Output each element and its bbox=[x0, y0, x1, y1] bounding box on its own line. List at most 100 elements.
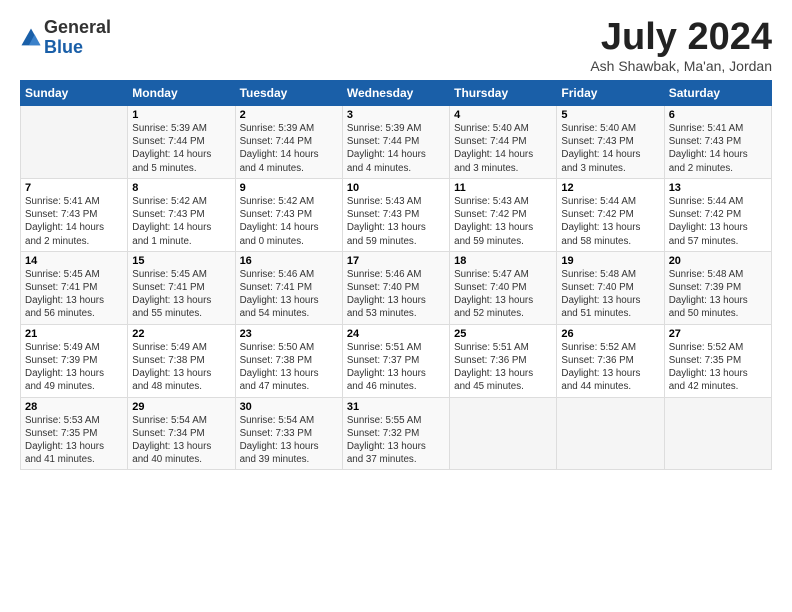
day-info: Sunrise: 5:39 AMSunset: 7:44 PMDaylight:… bbox=[347, 122, 445, 175]
day-number: 31 bbox=[347, 401, 445, 413]
header-tuesday: Tuesday bbox=[235, 81, 342, 106]
table-row: 17Sunrise: 5:46 AMSunset: 7:40 PMDayligh… bbox=[342, 251, 449, 324]
header-thursday: Thursday bbox=[450, 81, 557, 106]
table-row: 26Sunrise: 5:52 AMSunset: 7:36 PMDayligh… bbox=[557, 324, 664, 397]
day-info: Sunrise: 5:46 AMSunset: 7:41 PMDaylight:… bbox=[240, 268, 338, 321]
table-row: 19Sunrise: 5:48 AMSunset: 7:40 PMDayligh… bbox=[557, 251, 664, 324]
day-info: Sunrise: 5:51 AMSunset: 7:36 PMDaylight:… bbox=[454, 341, 552, 394]
day-number: 4 bbox=[454, 109, 552, 121]
calendar-header-row: Sunday Monday Tuesday Wednesday Thursday… bbox=[21, 81, 772, 106]
table-row: 8Sunrise: 5:42 AMSunset: 7:43 PMDaylight… bbox=[128, 178, 235, 251]
day-info: Sunrise: 5:42 AMSunset: 7:43 PMDaylight:… bbox=[240, 195, 338, 248]
day-number: 2 bbox=[240, 109, 338, 121]
table-row: 28Sunrise: 5:53 AMSunset: 7:35 PMDayligh… bbox=[21, 397, 128, 470]
table-row: 27Sunrise: 5:52 AMSunset: 7:35 PMDayligh… bbox=[664, 324, 771, 397]
day-info: Sunrise: 5:52 AMSunset: 7:36 PMDaylight:… bbox=[561, 341, 659, 394]
day-number: 30 bbox=[240, 401, 338, 413]
day-number: 16 bbox=[240, 255, 338, 267]
calendar-week-row: 7Sunrise: 5:41 AMSunset: 7:43 PMDaylight… bbox=[21, 178, 772, 251]
day-number: 29 bbox=[132, 401, 230, 413]
table-row: 30Sunrise: 5:54 AMSunset: 7:33 PMDayligh… bbox=[235, 397, 342, 470]
day-info: Sunrise: 5:53 AMSunset: 7:35 PMDaylight:… bbox=[25, 414, 123, 467]
table-row: 14Sunrise: 5:45 AMSunset: 7:41 PMDayligh… bbox=[21, 251, 128, 324]
header-wednesday: Wednesday bbox=[342, 81, 449, 106]
calendar-week-row: 1Sunrise: 5:39 AMSunset: 7:44 PMDaylight… bbox=[21, 106, 772, 179]
table-row: 21Sunrise: 5:49 AMSunset: 7:39 PMDayligh… bbox=[21, 324, 128, 397]
day-info: Sunrise: 5:43 AMSunset: 7:43 PMDaylight:… bbox=[347, 195, 445, 248]
day-info: Sunrise: 5:41 AMSunset: 7:43 PMDaylight:… bbox=[25, 195, 123, 248]
day-info: Sunrise: 5:50 AMSunset: 7:38 PMDaylight:… bbox=[240, 341, 338, 394]
table-row: 20Sunrise: 5:48 AMSunset: 7:39 PMDayligh… bbox=[664, 251, 771, 324]
day-info: Sunrise: 5:48 AMSunset: 7:39 PMDaylight:… bbox=[669, 268, 767, 321]
day-info: Sunrise: 5:44 AMSunset: 7:42 PMDaylight:… bbox=[669, 195, 767, 248]
day-number: 13 bbox=[669, 182, 767, 194]
day-number: 8 bbox=[132, 182, 230, 194]
title-block: July 2024 Ash Shawbak, Ma'an, Jordan bbox=[590, 18, 772, 74]
day-info: Sunrise: 5:51 AMSunset: 7:37 PMDaylight:… bbox=[347, 341, 445, 394]
day-number: 22 bbox=[132, 328, 230, 340]
day-number: 10 bbox=[347, 182, 445, 194]
logo-blue-text: Blue bbox=[44, 37, 83, 57]
day-info: Sunrise: 5:41 AMSunset: 7:43 PMDaylight:… bbox=[669, 122, 767, 175]
day-info: Sunrise: 5:39 AMSunset: 7:44 PMDaylight:… bbox=[132, 122, 230, 175]
table-row: 25Sunrise: 5:51 AMSunset: 7:36 PMDayligh… bbox=[450, 324, 557, 397]
table-row: 2Sunrise: 5:39 AMSunset: 7:44 PMDaylight… bbox=[235, 106, 342, 179]
table-row: 16Sunrise: 5:46 AMSunset: 7:41 PMDayligh… bbox=[235, 251, 342, 324]
day-number: 5 bbox=[561, 109, 659, 121]
logo: General Blue bbox=[20, 18, 111, 58]
day-number: 21 bbox=[25, 328, 123, 340]
day-number: 26 bbox=[561, 328, 659, 340]
day-info: Sunrise: 5:45 AMSunset: 7:41 PMDaylight:… bbox=[132, 268, 230, 321]
day-number: 1 bbox=[132, 109, 230, 121]
month-title: July 2024 bbox=[590, 18, 772, 56]
day-number: 3 bbox=[347, 109, 445, 121]
table-row: 15Sunrise: 5:45 AMSunset: 7:41 PMDayligh… bbox=[128, 251, 235, 324]
table-row bbox=[21, 106, 128, 179]
table-row: 22Sunrise: 5:49 AMSunset: 7:38 PMDayligh… bbox=[128, 324, 235, 397]
day-number: 7 bbox=[25, 182, 123, 194]
day-info: Sunrise: 5:52 AMSunset: 7:35 PMDaylight:… bbox=[669, 341, 767, 394]
day-info: Sunrise: 5:49 AMSunset: 7:39 PMDaylight:… bbox=[25, 341, 123, 394]
day-info: Sunrise: 5:55 AMSunset: 7:32 PMDaylight:… bbox=[347, 414, 445, 467]
header-friday: Friday bbox=[557, 81, 664, 106]
calendar-week-row: 21Sunrise: 5:49 AMSunset: 7:39 PMDayligh… bbox=[21, 324, 772, 397]
logo-general-text: General bbox=[44, 17, 111, 37]
logo-icon bbox=[20, 27, 42, 49]
table-row bbox=[664, 397, 771, 470]
calendar-week-row: 28Sunrise: 5:53 AMSunset: 7:35 PMDayligh… bbox=[21, 397, 772, 470]
header-monday: Monday bbox=[128, 81, 235, 106]
day-number: 11 bbox=[454, 182, 552, 194]
day-info: Sunrise: 5:44 AMSunset: 7:42 PMDaylight:… bbox=[561, 195, 659, 248]
calendar-table: Sunday Monday Tuesday Wednesday Thursday… bbox=[20, 80, 772, 470]
page-header: General Blue July 2024 Ash Shawbak, Ma'a… bbox=[20, 18, 772, 74]
day-number: 20 bbox=[669, 255, 767, 267]
table-row: 18Sunrise: 5:47 AMSunset: 7:40 PMDayligh… bbox=[450, 251, 557, 324]
table-row: 4Sunrise: 5:40 AMSunset: 7:44 PMDaylight… bbox=[450, 106, 557, 179]
table-row: 5Sunrise: 5:40 AMSunset: 7:43 PMDaylight… bbox=[557, 106, 664, 179]
table-row: 23Sunrise: 5:50 AMSunset: 7:38 PMDayligh… bbox=[235, 324, 342, 397]
day-number: 17 bbox=[347, 255, 445, 267]
day-number: 9 bbox=[240, 182, 338, 194]
day-number: 19 bbox=[561, 255, 659, 267]
day-number: 6 bbox=[669, 109, 767, 121]
table-row: 12Sunrise: 5:44 AMSunset: 7:42 PMDayligh… bbox=[557, 178, 664, 251]
day-info: Sunrise: 5:42 AMSunset: 7:43 PMDaylight:… bbox=[132, 195, 230, 248]
day-number: 25 bbox=[454, 328, 552, 340]
header-saturday: Saturday bbox=[664, 81, 771, 106]
day-number: 24 bbox=[347, 328, 445, 340]
day-number: 14 bbox=[25, 255, 123, 267]
day-number: 15 bbox=[132, 255, 230, 267]
day-number: 23 bbox=[240, 328, 338, 340]
day-number: 18 bbox=[454, 255, 552, 267]
table-row: 10Sunrise: 5:43 AMSunset: 7:43 PMDayligh… bbox=[342, 178, 449, 251]
calendar-week-row: 14 Sunrise: 5:45 AMSunset: 7:41 PMDayligh… bbox=[21, 251, 772, 324]
day-info: Sunrise: 5:47 AMSunset: 7:40 PMDaylight:… bbox=[454, 268, 552, 321]
table-row: 31Sunrise: 5:55 AMSunset: 7:32 PMDayligh… bbox=[342, 397, 449, 470]
table-row: 7Sunrise: 5:41 AMSunset: 7:43 PMDaylight… bbox=[21, 178, 128, 251]
table-row bbox=[557, 397, 664, 470]
table-row: 3Sunrise: 5:39 AMSunset: 7:44 PMDaylight… bbox=[342, 106, 449, 179]
day-info: Sunrise: 5:49 AMSunset: 7:38 PMDaylight:… bbox=[132, 341, 230, 394]
day-info: Sunrise: 5:39 AMSunset: 7:44 PMDaylight:… bbox=[240, 122, 338, 175]
day-info: Sunrise: 5:40 AMSunset: 7:43 PMDaylight:… bbox=[561, 122, 659, 175]
location-subtitle: Ash Shawbak, Ma'an, Jordan bbox=[590, 58, 772, 74]
